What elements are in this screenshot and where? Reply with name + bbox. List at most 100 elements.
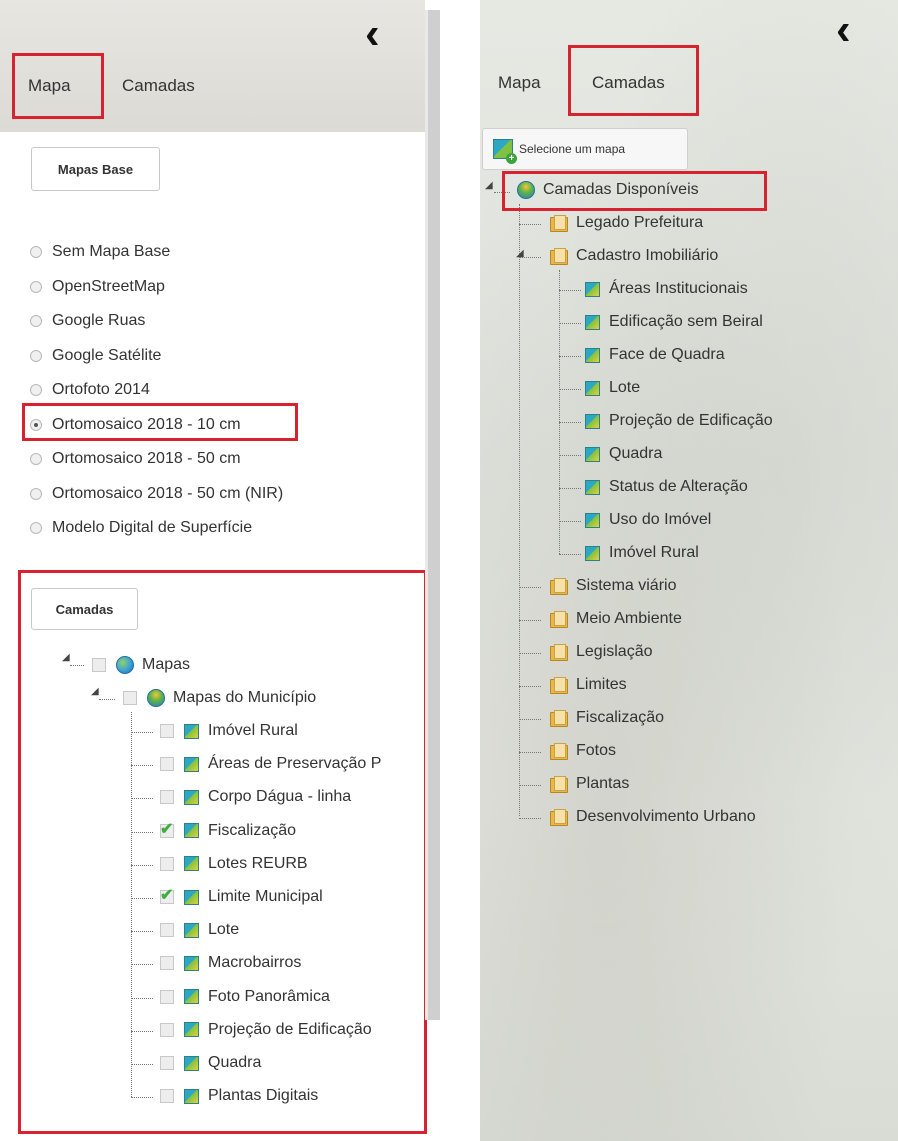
basemap-option[interactable]: Google Ruas [30, 312, 145, 330]
radio-button[interactable] [30, 384, 42, 396]
tree-node-folder[interactable]: Legado Prefeitura [550, 214, 703, 232]
tree-node-folder[interactable]: Legislação [550, 643, 653, 661]
basemap-option[interactable]: Modelo Digital de Superfície [30, 519, 252, 537]
radio-button[interactable] [30, 280, 42, 293]
tree-label: Imóvel Rural [208, 722, 298, 739]
checkbox[interactable] [160, 923, 174, 938]
tab-mapa[interactable]: Mapa [498, 73, 541, 93]
checkbox[interactable] [160, 757, 174, 772]
tree-connector [131, 798, 153, 800]
basemap-option[interactable]: OpenStreetMap [30, 278, 165, 296]
tree-node-layer: Projeção de Edificação [160, 1021, 372, 1039]
layer-icon [184, 856, 199, 872]
tree-node-layer: Macrobairros [160, 954, 301, 972]
tree-label: Status de Alteração [609, 478, 748, 495]
check-icon: ✔ [160, 820, 174, 838]
basemap-option[interactable]: Google Satélite [30, 347, 161, 365]
tree-node-layer[interactable]: Lote [585, 379, 640, 397]
tree-node-layer: Foto Panorâmica [160, 988, 330, 1006]
tree-node-folder[interactable]: Fiscalização [550, 709, 664, 727]
tree-label: Quadra [208, 1054, 262, 1071]
tree-node-layer[interactable]: Edificação sem Beiral [585, 313, 763, 331]
tree-label: Plantas [576, 775, 630, 792]
tree-label: Mapas [142, 656, 191, 673]
tab-camadas[interactable]: Camadas [122, 76, 195, 96]
checkbox[interactable] [160, 856, 174, 871]
expand-toggle[interactable]: ◢ [91, 686, 99, 697]
checkbox[interactable] [160, 989, 174, 1004]
tree-node-layer[interactable]: Projeção de Edificação [585, 412, 773, 430]
tree-label: Projeção de Edificação [208, 1020, 372, 1038]
layer-icon [184, 723, 199, 739]
tree-connector [559, 554, 581, 555]
layer-icon [184, 789, 199, 805]
layer-icon [585, 380, 600, 396]
checkbox[interactable] [160, 956, 174, 971]
tree-node-folder[interactable]: Cadastro Imobiliário [550, 247, 718, 265]
checkbox[interactable] [160, 1089, 174, 1104]
tree-node-layer[interactable]: Face de Quadra [585, 346, 725, 364]
checkbox[interactable] [160, 790, 174, 805]
chevron-left-icon[interactable]: ‹ [365, 12, 380, 56]
radio-button[interactable] [30, 453, 42, 465]
scrollbar[interactable] [425, 10, 440, 1020]
tree-label: Fiscalização [576, 709, 665, 726]
basemap-option[interactable]: Sem Mapa Base [30, 243, 170, 261]
select-map-button[interactable]: Selecione um mapa [482, 128, 688, 170]
tree-connector [519, 719, 541, 720]
expand-toggle[interactable]: ◢ [516, 248, 524, 259]
expand-toggle[interactable]: ◢ [485, 180, 493, 191]
basemap-option[interactable]: Ortofoto 2014 [30, 381, 150, 399]
radio-button[interactable] [30, 522, 42, 534]
basemap-option[interactable]: Ortomosaico 2018 - 50 cm (NIR) [30, 485, 283, 503]
radio-button[interactable] [30, 315, 42, 327]
tree-label: Foto Panorâmica [208, 987, 330, 1005]
tree-node-folder[interactable]: Limites [550, 676, 627, 694]
tree-node-layer: ✔ Fiscalização [160, 820, 296, 840]
camadas-button[interactable]: Camadas [31, 588, 138, 630]
radio-button[interactable] [30, 349, 42, 362]
radio-button[interactable] [30, 246, 42, 258]
tree-connector [519, 686, 541, 687]
radio-button[interactable] [30, 487, 42, 500]
checkbox[interactable]: ✔ [160, 820, 174, 838]
tree-label: Áreas Institucionais [609, 280, 748, 297]
tree-connector [131, 997, 153, 999]
tree-label: Lote [609, 379, 641, 396]
map-add-icon [493, 139, 517, 164]
tree-node-folder[interactable]: Plantas [550, 775, 629, 793]
tree-connector [559, 323, 581, 324]
highlight-tab-mapa [12, 53, 104, 119]
layer-icon [585, 413, 600, 429]
chevron-left-icon[interactable]: ‹ [836, 8, 851, 52]
basemap-label: Ortofoto 2014 [52, 381, 150, 398]
tree-node-layer[interactable]: Uso do Imóvel [585, 511, 711, 529]
checkbox[interactable] [160, 1056, 174, 1070]
tree-node-layer[interactable]: Áreas Institucionais [585, 280, 748, 298]
tree-node-folder[interactable]: Sistema viário [550, 577, 676, 595]
checkbox[interactable] [160, 1022, 174, 1037]
tree-connector [559, 455, 581, 456]
checkbox[interactable] [160, 724, 174, 738]
scrollbar-thumb[interactable] [428, 10, 440, 1020]
mapas-base-button[interactable]: Mapas Base [31, 147, 160, 191]
tree-connector [131, 732, 153, 733]
tree-label: Mapas do Município [173, 689, 317, 706]
checkbox[interactable]: ✔ [160, 888, 174, 904]
tree-node-folder[interactable]: Meio Ambiente [550, 610, 682, 628]
tree-node-layer[interactable]: Imóvel Rural [585, 544, 699, 562]
tree-node-layer[interactable]: Quadra [585, 445, 662, 463]
tree-node-folder[interactable]: Desenvolvimento Urbano [550, 808, 756, 826]
basemap-option[interactable]: Ortomosaico 2018 - 50 cm [30, 450, 241, 468]
tree-node-folder[interactable]: Fotos [550, 742, 616, 760]
checkbox[interactable] [123, 691, 137, 705]
tree-label: Macrobairros [208, 954, 302, 972]
tree-node-layer[interactable]: Status de Alteração [585, 478, 748, 496]
tree-label: Quadra [609, 445, 663, 462]
checkbox[interactable] [92, 658, 106, 672]
expand-toggle[interactable]: ◢ [62, 652, 70, 663]
tree-connector [519, 818, 541, 819]
folder-icon [550, 644, 568, 661]
tree-connector [131, 831, 153, 833]
highlight-root-node [502, 171, 767, 211]
